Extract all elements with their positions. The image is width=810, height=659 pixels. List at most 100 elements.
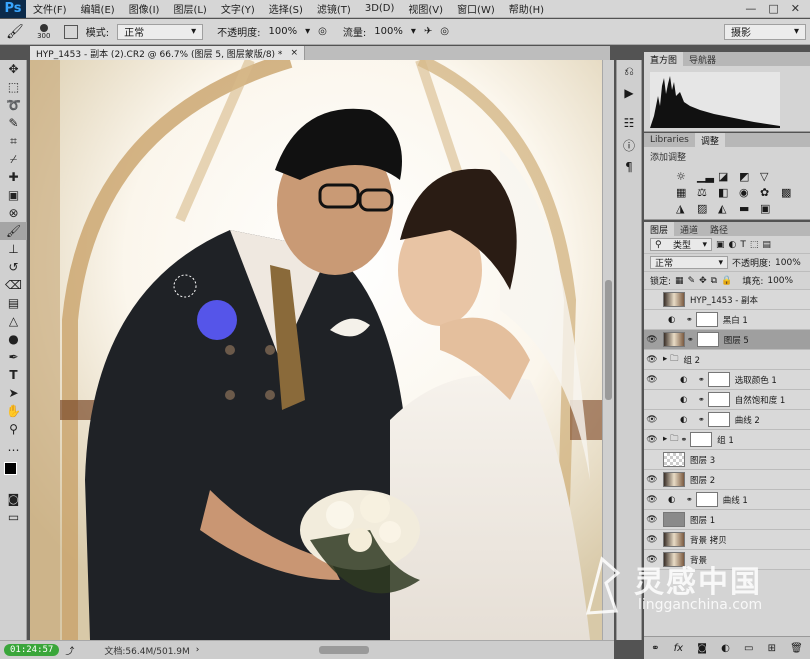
- lock-position-icon[interactable]: ✥: [699, 276, 707, 286]
- tab-paths[interactable]: 路径: [704, 222, 734, 236]
- path-select-tool-icon[interactable]: ➤: [0, 384, 27, 402]
- layer-row[interactable]: 👁 ▸ 🗀 组 2: [644, 350, 810, 370]
- move-tool-icon[interactable]: ✥: [0, 60, 27, 78]
- tab-adjustments[interactable]: 调整: [694, 133, 725, 147]
- maximize-button[interactable]: □: [768, 2, 778, 15]
- history-icon[interactable]: ⎌: [617, 60, 641, 82]
- visibility-eye-icon[interactable]: 👁: [644, 475, 660, 485]
- fill-value[interactable]: 100%: [767, 276, 793, 286]
- mask-link-icon[interactable]: ⚭: [686, 495, 693, 504]
- layer-row[interactable]: 👁 图层 2: [644, 470, 810, 490]
- filter-shape-icon[interactable]: ⬚: [750, 240, 759, 250]
- eyedropper-tool-icon[interactable]: ⌿: [0, 150, 27, 168]
- layer-filter-select[interactable]: ⚲ 类型 ▾: [650, 238, 712, 251]
- brush-tool-icon[interactable]: 🖌: [6, 24, 24, 40]
- posterize-icon[interactable]: ▨: [697, 202, 713, 215]
- eraser-tool-icon[interactable]: ⌫: [0, 276, 27, 294]
- visibility-eye-icon[interactable]: 👁: [644, 335, 660, 345]
- mask-link-icon[interactable]: ⚭: [698, 375, 705, 384]
- layer-row[interactable]: 图层 3: [644, 450, 810, 470]
- layer-thumbnail[interactable]: [663, 532, 685, 547]
- filter-smart-icon[interactable]: ▤: [762, 240, 771, 250]
- healing-brush-tool-icon[interactable]: ✚: [0, 168, 27, 186]
- opacity-dropdown-icon[interactable]: ▾: [305, 26, 310, 37]
- adjustment-layer-icon[interactable]: ◐: [668, 315, 684, 325]
- mask-link-icon[interactable]: ⚭: [698, 415, 705, 424]
- color-lookup-icon[interactable]: ▩: [781, 186, 797, 199]
- menu-window[interactable]: 窗口(W): [450, 1, 502, 16]
- document-canvas[interactable]: [30, 60, 602, 640]
- adjustment-layer-icon[interactable]: ◐: [668, 495, 684, 505]
- adjustment-layer-icon[interactable]: ◐: [680, 395, 696, 405]
- mask-icon[interactable]: ◙: [697, 643, 707, 654]
- layer-mask-thumbnail[interactable]: [707, 392, 730, 407]
- history-brush-tool-icon[interactable]: ↺: [0, 258, 27, 276]
- brightness-icon[interactable]: ☼: [676, 170, 692, 183]
- vibrance-icon[interactable]: ▽: [760, 170, 776, 183]
- invert-icon[interactable]: ◮: [676, 202, 692, 215]
- brush-tool-icon[interactable]: 🖌: [0, 222, 27, 240]
- flow-dropdown-icon[interactable]: ▾: [411, 26, 416, 37]
- black-white-icon[interactable]: ◧: [718, 186, 734, 199]
- layer-opacity-value[interactable]: 100%: [775, 258, 801, 268]
- layer-row[interactable]: 👁 ◐ ⚭ 曲线 1: [644, 490, 810, 510]
- lock-paint-icon[interactable]: ✎: [688, 276, 696, 286]
- info-icon[interactable]: ⓘ: [617, 134, 641, 156]
- hand-tool-icon[interactable]: ✋: [0, 402, 27, 420]
- screen-mode-icon[interactable]: ▭: [0, 508, 27, 526]
- selective-color-icon[interactable]: ▣: [760, 202, 776, 215]
- close-window-button[interactable]: ✕: [791, 2, 800, 15]
- clone-stamp-tool-icon[interactable]: ⊥: [0, 240, 27, 258]
- color-swatches[interactable]: [0, 456, 26, 490]
- color-balance-icon[interactable]: ⚖: [697, 186, 713, 199]
- layer-thumbnail[interactable]: [663, 472, 685, 487]
- menu-select[interactable]: 选择(S): [262, 1, 310, 16]
- tab-libraries[interactable]: Libraries: [644, 133, 695, 147]
- blur-tool-icon[interactable]: △: [0, 312, 27, 330]
- layer-mask-thumbnail[interactable]: [695, 492, 718, 507]
- mask-link-icon[interactable]: ⚭: [686, 315, 693, 324]
- layer-thumbnail[interactable]: [663, 292, 685, 307]
- filter-type-icon[interactable]: T: [740, 240, 746, 250]
- brush-preset-picker[interactable]: 300: [32, 23, 56, 40]
- airbrush-icon[interactable]: ✈: [424, 26, 432, 37]
- layer-row[interactable]: 👁 背景 拷贝: [644, 530, 810, 550]
- crop-tool-icon[interactable]: ⌗: [0, 132, 27, 150]
- patch-tool-icon[interactable]: ▣: [0, 186, 27, 204]
- actions-play-icon[interactable]: ▶: [617, 82, 641, 104]
- adjustment-layer-icon[interactable]: ◐: [680, 415, 696, 425]
- layer-row[interactable]: 👁 ◐ ⚭ 曲线 2: [644, 410, 810, 430]
- menu-layer[interactable]: 图层(L): [166, 1, 213, 16]
- threshold-icon[interactable]: ◭: [718, 202, 734, 215]
- layer-row[interactable]: HYP_1453 - 副本: [644, 290, 810, 310]
- tab-histogram[interactable]: 直方图: [644, 52, 684, 66]
- filter-pixel-icon[interactable]: ▣: [716, 240, 725, 250]
- layer-mask-thumbnail[interactable]: [707, 412, 730, 427]
- mask-link-icon[interactable]: ⚭: [698, 395, 705, 404]
- menu-file[interactable]: 文件(F): [26, 1, 74, 16]
- layer-thumbnail[interactable]: [663, 512, 685, 527]
- layer-row[interactable]: 👁 图层 1: [644, 510, 810, 530]
- layer-mask-thumbnail[interactable]: [690, 432, 713, 447]
- new-layer-icon[interactable]: ⊞: [768, 643, 776, 654]
- document-tab[interactable]: HYP_1453 - 副本 (2).CR2 @ 66.7% (图层 5, 图层蒙…: [30, 46, 305, 60]
- menu-edit[interactable]: 编辑(E): [74, 1, 122, 16]
- blend-mode-select[interactable]: 正常 ▾: [650, 256, 728, 269]
- fx-icon[interactable]: fx: [674, 643, 683, 654]
- foreground-color[interactable]: [4, 462, 17, 475]
- dodge-tool-icon[interactable]: ●: [0, 330, 27, 348]
- document-info[interactable]: 文档:56.4M/501.9M: [104, 644, 189, 657]
- mask-link-icon[interactable]: ⚭: [680, 435, 687, 444]
- menu-3d[interactable]: 3D(D): [358, 3, 402, 14]
- visibility-eye-icon[interactable]: 👁: [644, 515, 660, 525]
- lock-artboard-icon[interactable]: ⧉: [711, 276, 717, 286]
- pressure-opacity-icon[interactable]: ◎: [318, 26, 327, 37]
- pen-tool-icon[interactable]: ✒: [0, 348, 27, 366]
- brush-panel-icon[interactable]: [63, 24, 78, 39]
- photo-filter-icon[interactable]: ◉: [739, 186, 755, 199]
- filter-adjust-icon[interactable]: ◐: [729, 240, 737, 250]
- status-arrow-icon[interactable]: ›: [196, 645, 200, 655]
- link-icon[interactable]: ⚭: [651, 643, 659, 654]
- horizontal-scroll-thumb[interactable]: [319, 646, 370, 654]
- visibility-eye-icon[interactable]: 👁: [644, 495, 660, 505]
